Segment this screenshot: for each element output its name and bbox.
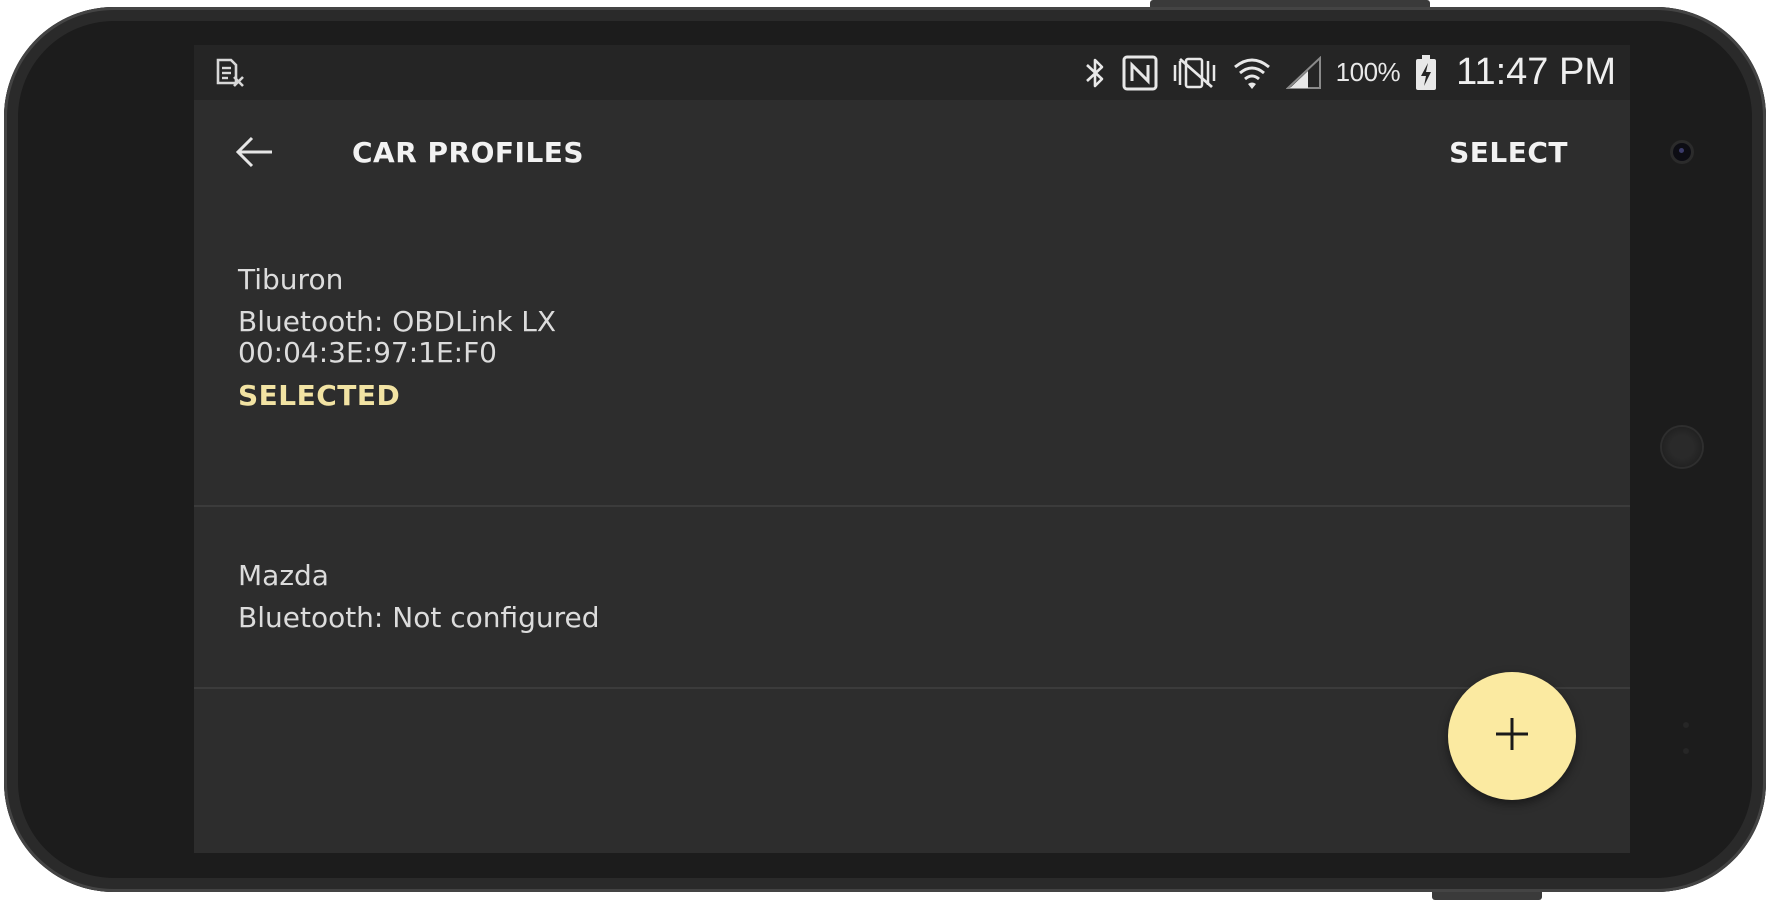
nfc-icon (1122, 55, 1158, 91)
profile-name: Tiburon (238, 263, 344, 296)
profile-address: 00:04:3E:97:1E:F0 (238, 336, 497, 369)
screen: 100% 11:47 PM CAR PROFILES SELECT Tiburo… (194, 45, 1630, 853)
profile-bluetooth: Bluetooth: OBDLink LX (238, 305, 557, 338)
select-button[interactable]: SELECT (1449, 136, 1568, 169)
list-item[interactable]: Tiburon Bluetooth: OBDLink LX 00:04:3E:9… (194, 205, 1630, 507)
battery-percent: 100% (1335, 57, 1401, 87)
profile-list: Tiburon Bluetooth: OBDLink LX 00:04:3E:9… (194, 205, 1630, 689)
cell-signal-icon (1285, 55, 1322, 90)
earpiece-speaker (1662, 427, 1702, 467)
selected-badge: SELECTED (238, 379, 401, 412)
status-clock: 11:47 PM (1456, 51, 1616, 93)
list-item[interactable]: Mazda Bluetooth: Not configured (194, 507, 1630, 689)
battery-charging-icon (1414, 54, 1438, 92)
status-bar: 100% 11:47 PM (194, 45, 1630, 100)
plus-icon (1494, 716, 1530, 756)
sensor-dot (1683, 722, 1689, 728)
status-icons: 100% 11:47 PM (1082, 45, 1616, 100)
vibrate-mute-icon (1172, 55, 1218, 91)
wifi-icon (1232, 55, 1272, 91)
profile-bluetooth: Bluetooth: Not configured (238, 601, 600, 634)
notification-doc-icon (214, 57, 246, 89)
app-bar: CAR PROFILES SELECT (194, 100, 1630, 205)
back-arrow-icon (234, 134, 274, 174)
add-profile-button[interactable] (1448, 672, 1576, 800)
front-camera (1673, 143, 1691, 161)
bluetooth-icon (1082, 55, 1108, 91)
back-button[interactable] (232, 132, 276, 176)
page-title: CAR PROFILES (352, 136, 585, 169)
profile-name: Mazda (238, 559, 329, 592)
sensor-dot (1683, 748, 1689, 754)
